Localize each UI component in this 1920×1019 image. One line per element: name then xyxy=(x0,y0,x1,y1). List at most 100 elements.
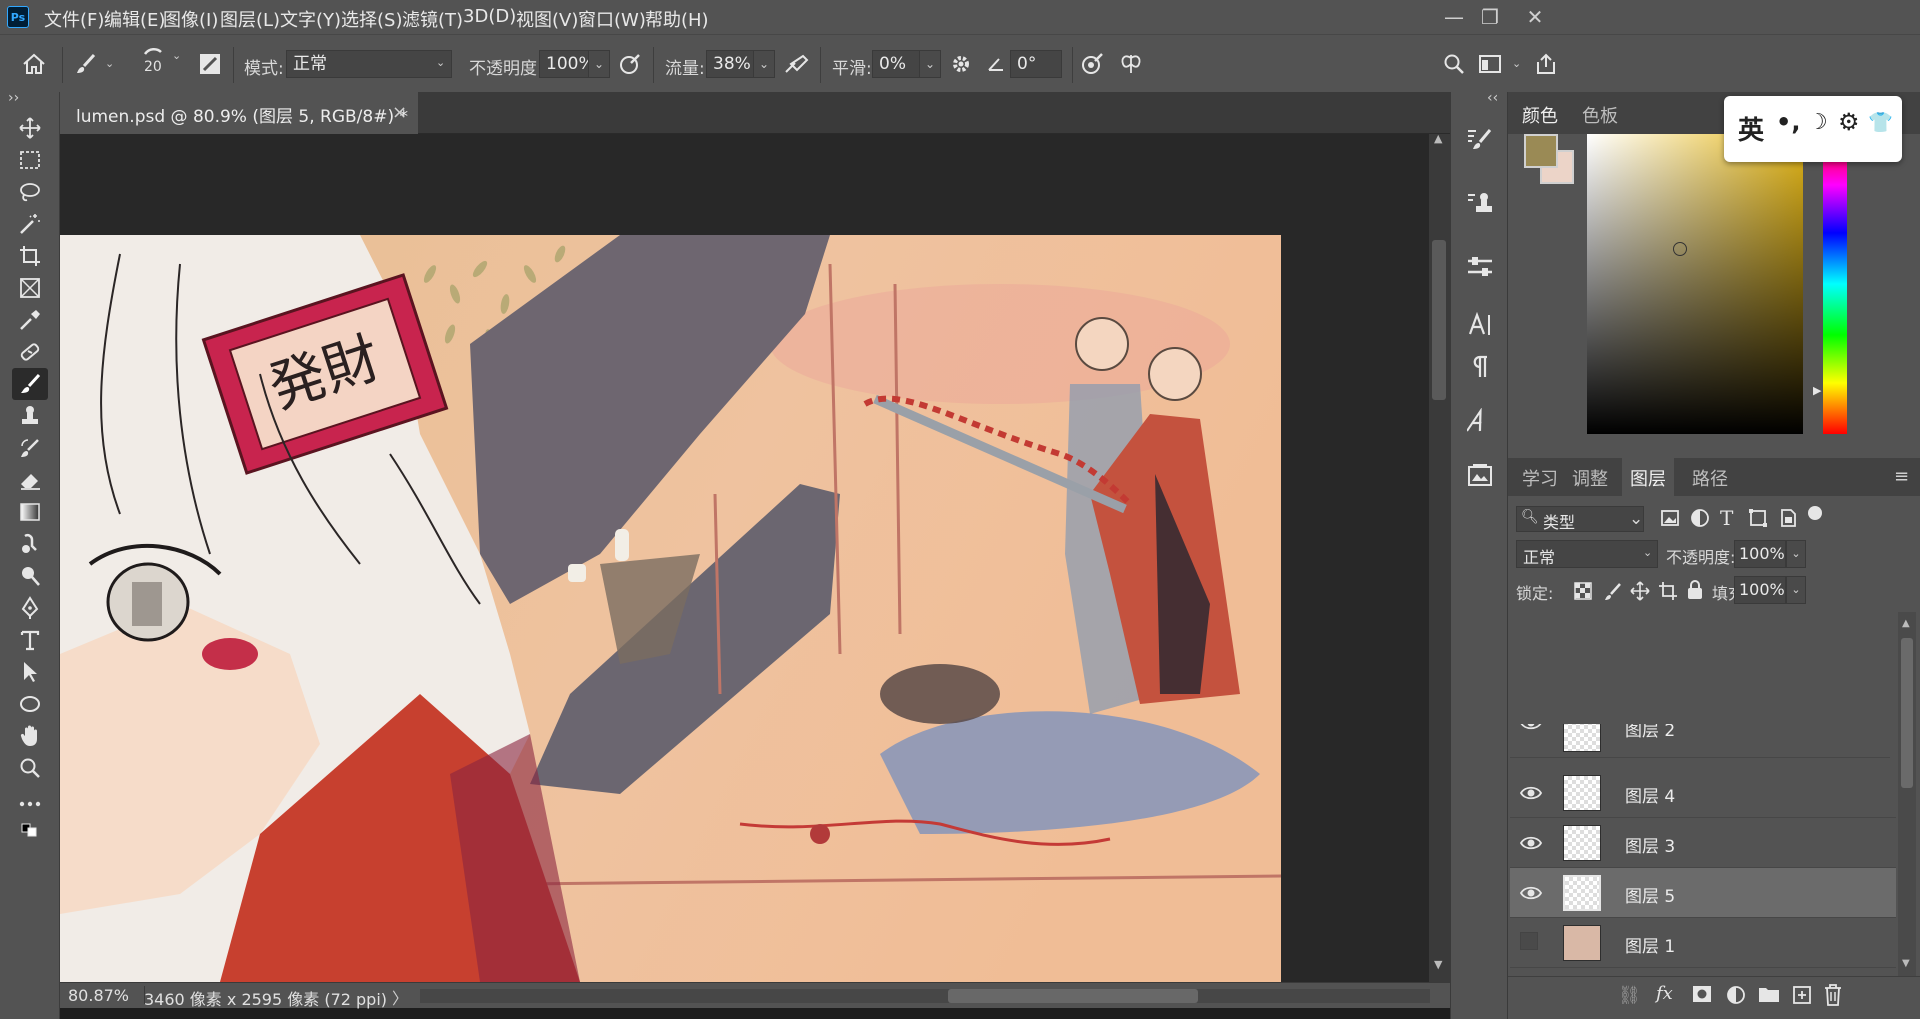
lock-artboard-icon[interactable] xyxy=(1658,581,1678,606)
layer-style-icon[interactable]: fx xyxy=(1656,983,1673,1004)
menu-layer[interactable]: 图层(L) xyxy=(220,6,280,32)
artwork-canvas[interactable]: 発財 xyxy=(60,134,1429,982)
minimize-button[interactable]: — xyxy=(1434,4,1474,30)
adjustment-layer-icon[interactable] xyxy=(1726,985,1746,1010)
collapse-toolbar-button[interactable]: ›› xyxy=(8,90,19,106)
scroll-thumb[interactable] xyxy=(1432,240,1446,400)
layer-row-partial[interactable]: 图层 2 xyxy=(1510,724,1890,758)
tab-layers[interactable]: 图层 xyxy=(1630,465,1666,491)
paragraph-panel-icon[interactable] xyxy=(1461,348,1499,386)
move-tool-icon[interactable] xyxy=(12,112,48,144)
menu-select[interactable]: 选择(S) xyxy=(341,6,402,32)
vertical-scrollbar[interactable]: ▲ ▼ xyxy=(1429,132,1450,982)
brush-settings-panel-icon[interactable] xyxy=(194,48,226,80)
panel-menu-icon[interactable]: ≡ xyxy=(1894,466,1909,487)
foreground-color-swatch[interactable] xyxy=(1524,134,1558,168)
tab-paths[interactable]: 路径 xyxy=(1692,465,1728,491)
gear-icon[interactable] xyxy=(945,48,977,80)
magic-wand-tool-icon[interactable] xyxy=(12,208,48,240)
filter-smart-object-icon[interactable] xyxy=(1778,508,1798,533)
chevron-down-icon[interactable]: ⌄ xyxy=(172,49,181,62)
filter-pixel-icon[interactable] xyxy=(1660,508,1680,533)
eyedropper-tool-icon[interactable] xyxy=(12,304,48,336)
flow-dropdown[interactable]: ⌄ xyxy=(753,50,775,78)
canvas-viewport[interactable]: 発財 xyxy=(60,134,1429,982)
color-picker-cursor[interactable] xyxy=(1673,242,1687,256)
gradient-tool-icon[interactable] xyxy=(12,496,48,528)
brush-preset-icon[interactable] xyxy=(70,48,102,80)
delete-layer-icon[interactable] xyxy=(1824,984,1842,1011)
restore-button[interactable]: ❐ xyxy=(1470,4,1510,30)
workspace-icon[interactable] xyxy=(1474,48,1506,80)
airbrush-icon[interactable] xyxy=(780,48,812,80)
mode-select[interactable]: 正常 xyxy=(286,50,452,78)
path-selection-tool-icon[interactable] xyxy=(12,656,48,688)
filter-shape-icon[interactable] xyxy=(1748,508,1768,533)
layer-opacity-dropdown[interactable]: ⌄ xyxy=(1786,540,1806,568)
layer-name[interactable]: 图层 2 xyxy=(1625,724,1675,741)
filter-toggle-icon[interactable] xyxy=(1808,506,1822,520)
healing-brush-tool-icon[interactable] xyxy=(12,336,48,368)
layer-row[interactable]: 图层 3 xyxy=(1510,818,1896,868)
horizontal-scrollbar[interactable] xyxy=(420,989,1430,1003)
flow-input[interactable]: 38% xyxy=(706,50,754,78)
scroll-up-icon[interactable]: ▲ xyxy=(1434,132,1442,145)
chevron-down-icon[interactable]: ⌄ xyxy=(1512,57,1521,70)
menu-file[interactable]: 文件(F) xyxy=(44,6,104,32)
hue-slider[interactable] xyxy=(1823,134,1847,434)
lock-all-icon[interactable] xyxy=(1686,580,1704,605)
menu-view[interactable]: 视图(V) xyxy=(516,6,578,32)
layer-row-selected[interactable]: 图层 5 xyxy=(1510,868,1896,918)
scroll-down-icon[interactable]: ▼ xyxy=(1902,958,1910,969)
layer-row[interactable]: 图层 1 xyxy=(1510,918,1896,968)
home-icon[interactable] xyxy=(18,48,50,80)
visibility-toggle-empty[interactable] xyxy=(1520,932,1542,954)
scroll-up-icon[interactable]: ▲ xyxy=(1902,618,1910,629)
adjustments-sliders-icon[interactable] xyxy=(1461,248,1499,286)
layer-filter-select[interactable]: 🔍︎ 类型 ⌄ xyxy=(1516,506,1644,532)
frame-tool-icon[interactable] xyxy=(12,272,48,304)
eye-icon[interactable] xyxy=(1519,782,1543,804)
marquee-tool-icon[interactable] xyxy=(12,144,48,176)
tab-learn[interactable]: 学习 xyxy=(1522,465,1558,491)
filter-adjustment-icon[interactable] xyxy=(1690,508,1710,533)
filter-type-icon[interactable]: T xyxy=(1720,506,1733,530)
close-window-button[interactable]: ✕ xyxy=(1515,4,1555,30)
lock-pixels-icon[interactable] xyxy=(1602,582,1622,607)
blend-mode-select[interactable]: 正常 ⌄ xyxy=(1516,540,1658,568)
crop-tool-icon[interactable] xyxy=(12,240,48,272)
eye-icon[interactable] xyxy=(1519,832,1543,854)
menu-window[interactable]: 窗口(W) xyxy=(578,6,646,32)
pen-tool-icon[interactable] xyxy=(12,592,48,624)
tab-color[interactable]: 颜色 xyxy=(1522,102,1558,128)
ime-punctuation-button[interactable]: •, xyxy=(1776,108,1800,136)
layers-scroll-thumb[interactable] xyxy=(1901,638,1913,788)
chevron-down-icon[interactable]: ⌄ xyxy=(105,57,114,70)
brush-settings-icon[interactable] xyxy=(1461,120,1499,158)
layer-name[interactable]: 图层 3 xyxy=(1625,832,1675,857)
smoothing-dropdown[interactable]: ⌄ xyxy=(919,50,941,78)
menu-image[interactable]: 图像(I) xyxy=(163,6,218,32)
link-layers-icon[interactable]: ⛓ xyxy=(1618,985,1641,1006)
layer-name[interactable]: 图层 1 xyxy=(1625,932,1675,957)
clone-stamp-tool-icon[interactable] xyxy=(12,400,48,432)
history-brush-tool-icon[interactable] xyxy=(12,432,48,464)
eraser-tool-icon[interactable] xyxy=(12,464,48,496)
layers-scrollbar[interactable]: ▲ ▼ xyxy=(1898,612,1916,976)
eye-icon[interactable] xyxy=(1520,724,1542,734)
hand-tool-icon[interactable] xyxy=(12,720,48,752)
pressure-opacity-icon[interactable] xyxy=(614,48,646,80)
menu-help[interactable]: 帮助(H) xyxy=(645,6,709,32)
skin-icon[interactable]: 👕 xyxy=(1868,110,1893,134)
share-icon[interactable] xyxy=(1530,48,1562,80)
smoothing-input[interactable]: 0% xyxy=(872,50,920,78)
eye-icon[interactable] xyxy=(1519,882,1543,904)
lasso-tool-icon[interactable] xyxy=(12,176,48,208)
pressure-size-icon[interactable] xyxy=(1076,48,1108,80)
gear-icon[interactable]: ⚙ xyxy=(1838,108,1860,136)
clone-source-icon[interactable] xyxy=(1461,184,1499,222)
glyphs-panel-icon[interactable] xyxy=(1461,402,1499,440)
lock-transparent-icon[interactable] xyxy=(1574,582,1592,605)
scroll-down-icon[interactable]: ▼ xyxy=(1434,958,1442,971)
ellipse-tool-icon[interactable] xyxy=(12,688,48,720)
